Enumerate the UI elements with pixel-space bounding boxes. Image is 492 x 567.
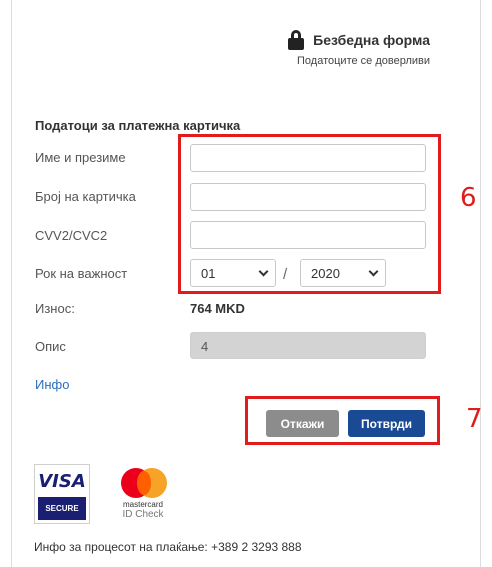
section-title: Податоци за платежна картичка bbox=[35, 118, 241, 133]
annotation-number-fields: 6 bbox=[460, 183, 477, 213]
mastercard-id-check-logo: mastercard ID Check bbox=[113, 466, 173, 526]
secure-form-title: Безбедна форма bbox=[287, 30, 430, 50]
expiry-label: Рок на важност bbox=[35, 266, 128, 281]
annotation-box-buttons bbox=[245, 396, 440, 445]
name-label: Име и презиме bbox=[35, 150, 126, 165]
description-label: Опис bbox=[35, 339, 66, 354]
cvv-label: CVV2/CVC2 bbox=[35, 228, 108, 243]
secure-form-subtitle: Податоците се доверливи bbox=[297, 55, 430, 67]
mastercard-icon bbox=[117, 466, 169, 500]
annotation-box-fields bbox=[178, 134, 441, 294]
info-link[interactable]: Инфо bbox=[35, 377, 69, 392]
secure-form-header: Безбедна форма Податоците се доверливи bbox=[287, 30, 430, 67]
description-field: 4 bbox=[190, 332, 426, 359]
payment-info-footer: Инфо за процесот на плаќање: +389 2 3293… bbox=[34, 540, 302, 554]
lock-icon bbox=[287, 30, 305, 50]
secure-form-title-text: Безбедна форма bbox=[313, 32, 430, 48]
amount-label: Износ: bbox=[35, 301, 75, 316]
visa-secure-logo: VISA SECURE bbox=[34, 464, 90, 524]
visa-brand: VISA bbox=[38, 470, 86, 492]
mastercard-brand: mastercard bbox=[122, 500, 163, 509]
amount-value: 764 MKD bbox=[190, 301, 245, 316]
annotation-number-buttons: 7 bbox=[466, 404, 483, 434]
mastercard-id-check: ID Check bbox=[122, 509, 164, 520]
card-number-label: Број на картичка bbox=[35, 189, 136, 204]
visa-secure-label: SECURE bbox=[38, 497, 86, 520]
